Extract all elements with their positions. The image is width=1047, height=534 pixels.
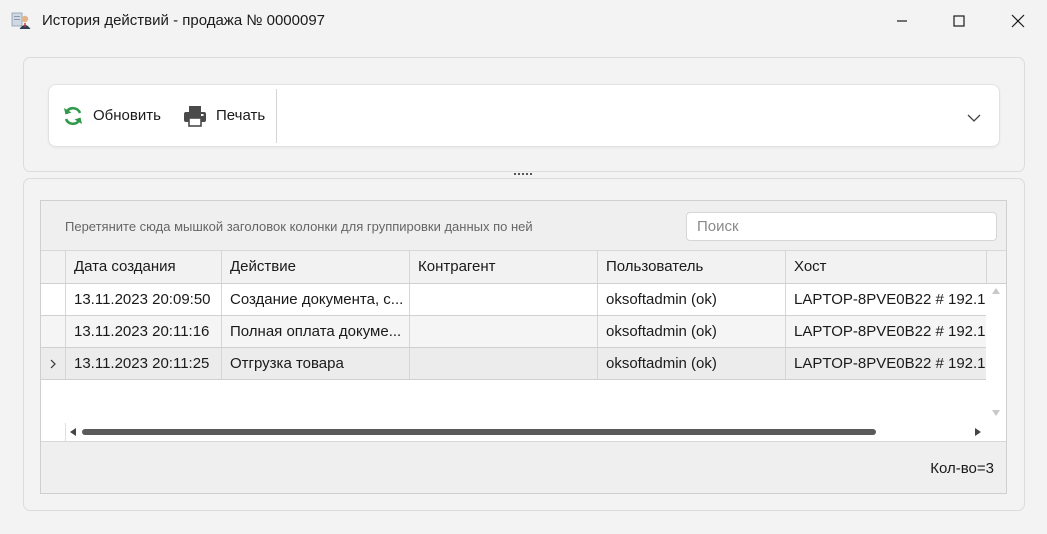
group-hint: Перетяните сюда мышкой заголовок колонки… <box>65 219 533 234</box>
minimize-button[interactable] <box>873 0 931 42</box>
history-grid: Перетяните сюда мышкой заголовок колонки… <box>40 200 1007 494</box>
cell-action[interactable]: Создание документа, с... <box>222 284 410 315</box>
scroll-down-icon[interactable] <box>991 409 1001 417</box>
maximize-icon <box>953 15 965 27</box>
minimize-icon <box>897 20 907 22</box>
column-header-date[interactable]: Дата создания <box>66 251 222 283</box>
cell-user[interactable]: oksoftadmin (ok) <box>598 348 786 379</box>
horizontal-scrollbar[interactable] <box>66 423 986 441</box>
cell-action[interactable]: Отгрузка товара <box>222 348 410 379</box>
close-button[interactable] <box>989 0 1047 42</box>
cell-counterparty[interactable] <box>410 316 598 347</box>
refresh-icon <box>64 106 82 125</box>
vertical-scrollbar[interactable] <box>986 284 1006 424</box>
column-header-counterparty[interactable]: Контрагент <box>410 251 598 283</box>
scroll-right-icon[interactable] <box>974 427 982 437</box>
group-panel[interactable]: Перетяните сюда мышкой заголовок колонки… <box>41 201 1006 251</box>
refresh-label: Обновить <box>93 107 161 124</box>
row-indicator[interactable] <box>41 316 66 347</box>
cell-counterparty[interactable] <box>410 284 598 315</box>
toolbar: Обновить Печать <box>48 84 1000 147</box>
print-label: Печать <box>216 107 266 124</box>
header-indicator <box>41 251 66 283</box>
column-header-row: Дата создания Действие Контрагент Пользо… <box>41 251 1006 284</box>
scrollbar-corner <box>41 423 66 441</box>
chevron-down-icon[interactable] <box>965 111 983 125</box>
cell-user[interactable]: oksoftadmin (ok) <box>598 284 786 315</box>
print-button[interactable]: Печать <box>183 85 265 146</box>
close-icon <box>1011 14 1025 28</box>
window-title: История действий - продажа № 0000097 <box>42 12 326 29</box>
refresh-button[interactable]: Обновить <box>62 85 161 146</box>
cell-date[interactable]: 13.11.2023 20:11:16 <box>66 316 222 347</box>
maximize-button[interactable] <box>930 0 988 42</box>
scroll-thumb[interactable] <box>82 429 876 435</box>
cell-action[interactable]: Полная оплата докуме... <box>222 316 410 347</box>
splitter-handle[interactable] <box>514 173 534 177</box>
cell-user[interactable]: oksoftadmin (ok) <box>598 316 786 347</box>
header-corner <box>986 251 1006 283</box>
cell-date[interactable]: 13.11.2023 20:09:50 <box>66 284 222 315</box>
table-row[interactable]: 13.11.2023 20:11:16 Полная оплата докуме… <box>41 316 986 348</box>
scroll-up-icon[interactable] <box>991 287 1001 295</box>
toolbar-separator <box>276 89 277 143</box>
cell-host[interactable]: LAPTOP-8PVE0B22 # 192.168 <box>786 316 986 347</box>
scroll-left-icon[interactable] <box>69 427 77 437</box>
title-bar: История действий - продажа № 0000097 <box>0 0 1047 42</box>
cell-date[interactable]: 13.11.2023 20:11:25 <box>66 348 222 379</box>
row-indicator[interactable] <box>41 284 66 315</box>
app-user-icon <box>11 12 31 29</box>
table-row-current[interactable]: 13.11.2023 20:11:25 Отгрузка товара okso… <box>41 348 986 380</box>
cell-host[interactable]: LAPTOP-8PVE0B22 # 192.168 <box>786 284 986 315</box>
column-header-host[interactable]: Хост <box>786 251 986 283</box>
cell-counterparty[interactable] <box>410 348 598 379</box>
search-input[interactable] <box>686 212 997 241</box>
column-header-action[interactable]: Действие <box>222 251 410 283</box>
row-indicator[interactable] <box>41 348 66 379</box>
grid-footer: Кол-во=3 <box>41 441 1006 493</box>
cell-host[interactable]: LAPTOP-8PVE0B22 # 192.168 <box>786 348 986 379</box>
row-count: Кол-во=3 <box>930 460 994 477</box>
grid-rows: 13.11.2023 20:09:50 Создание документа, … <box>41 284 986 380</box>
column-header-user[interactable]: Пользователь <box>598 251 786 283</box>
chevron-right-icon <box>50 359 56 368</box>
table-row[interactable]: 13.11.2023 20:09:50 Создание документа, … <box>41 284 986 316</box>
printer-icon <box>184 105 206 127</box>
